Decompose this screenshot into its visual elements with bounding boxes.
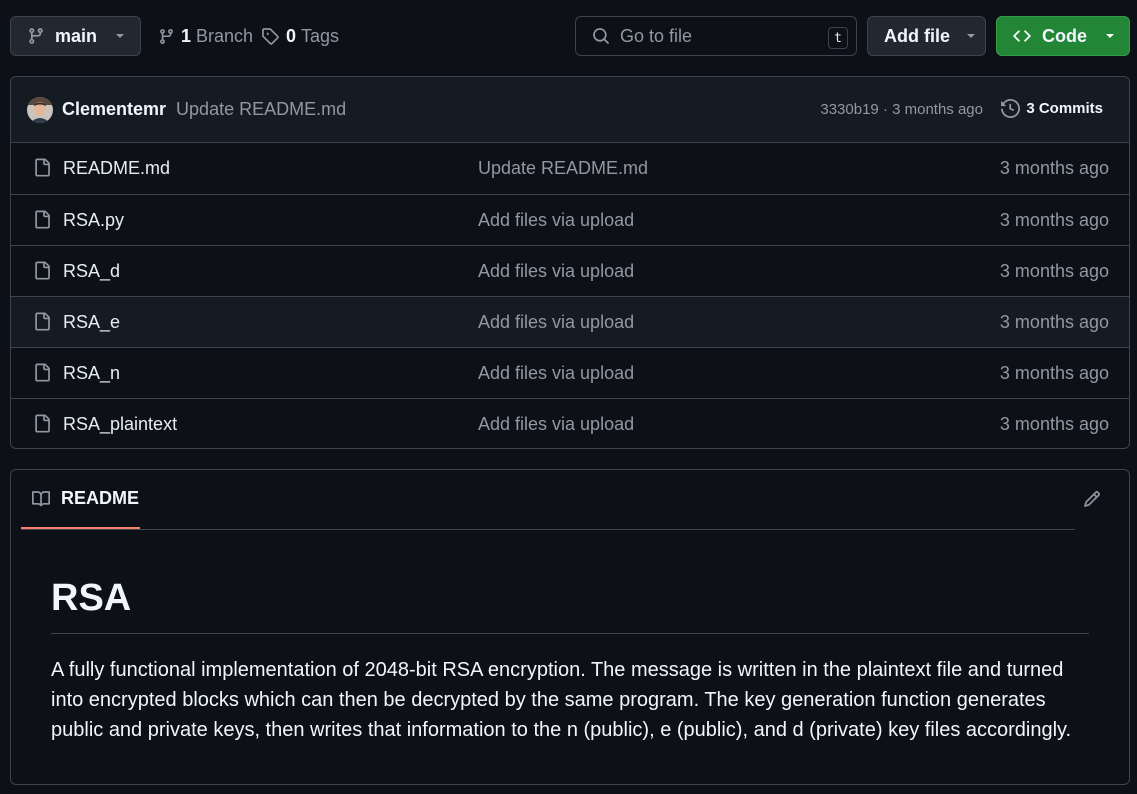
readme-panel: README RSA A fully functional implementa…	[10, 469, 1130, 785]
file-name[interactable]: RSA_d	[63, 261, 120, 282]
search-icon	[592, 27, 610, 45]
branch-count: 1	[181, 25, 192, 46]
file-commit-message[interactable]: Add files via upload	[478, 414, 634, 435]
code-icon	[1012, 27, 1032, 45]
chevron-down-icon	[966, 33, 976, 39]
tags-link[interactable]: 0 Tags	[261, 16, 339, 56]
latest-commit-bar: Clementemr Update README.md 3330b19 · 3 …	[11, 77, 1129, 143]
file-age: 3 months ago	[999, 158, 1109, 178]
go-to-file-input[interactable]: Go to file t	[575, 16, 857, 56]
git-branch-icon	[158, 28, 175, 45]
file-browser: Clementemr Update README.md 3330b19 · 3 …	[10, 76, 1130, 449]
git-branch-icon	[27, 27, 45, 45]
add-file-button[interactable]: Add file	[867, 16, 986, 56]
file-list: README.md Update README.md 3 months ago …	[11, 143, 1129, 448]
chevron-down-icon	[115, 33, 125, 39]
file-age: 3 months ago	[999, 414, 1109, 434]
book-icon	[31, 490, 51, 508]
file-age: 3 months ago	[999, 363, 1109, 383]
file-name[interactable]: RSA_plaintext	[63, 414, 177, 435]
add-file-label: Add file	[884, 25, 950, 46]
tag-label: Tags	[301, 25, 340, 46]
file-name[interactable]: README.md	[63, 158, 170, 179]
search-placeholder: Go to file	[620, 25, 693, 46]
commit-hash-time[interactable]: 3330b19 · 3 months ago	[820, 101, 983, 118]
branch-name: main	[55, 25, 98, 46]
commit-author[interactable]: Clementemr	[62, 99, 166, 120]
tag-icon	[261, 27, 279, 45]
file-row[interactable]: RSA_n Add files via upload 3 months ago	[11, 347, 1129, 398]
file-commit-message[interactable]: Add files via upload	[478, 363, 634, 384]
file-commit-message[interactable]: Update README.md	[478, 158, 648, 179]
branches-link[interactable]: 1 Branch	[158, 16, 253, 56]
file-row[interactable]: RSA.py Add files via upload 3 months ago	[11, 194, 1129, 245]
readme-body: A fully functional implementation of 204…	[51, 659, 1072, 741]
branch-label: Branch	[196, 25, 254, 46]
history-icon	[1001, 99, 1021, 118]
file-icon	[33, 362, 51, 383]
file-icon	[33, 157, 51, 178]
file-icon	[33, 311, 51, 332]
tag-count: 0	[286, 25, 297, 46]
file-age: 3 months ago	[999, 312, 1109, 332]
chevron-down-icon	[1105, 33, 1115, 39]
file-row[interactable]: README.md Update README.md 3 months ago	[11, 143, 1129, 194]
divider	[21, 529, 1075, 530]
file-name[interactable]: RSA.py	[63, 210, 124, 231]
file-commit-message[interactable]: Add files via upload	[478, 312, 634, 333]
file-row[interactable]: RSA_e Add files via upload 3 months ago	[11, 296, 1129, 347]
code-label: Code	[1042, 25, 1087, 46]
file-icon	[33, 413, 51, 434]
avatar[interactable]	[27, 96, 53, 123]
tab-readme[interactable]: README	[21, 470, 140, 530]
file-commit-message[interactable]: Add files via upload	[478, 261, 634, 282]
commits-label: 3 Commits	[1026, 100, 1103, 117]
file-age: 3 months ago	[999, 210, 1109, 230]
file-age: 3 months ago	[999, 261, 1109, 281]
file-icon	[33, 260, 51, 281]
file-icon	[33, 209, 51, 230]
readme-title: RSA	[51, 577, 132, 619]
readme-tab-label: README	[61, 488, 140, 508]
file-commit-message[interactable]: Add files via upload	[478, 210, 634, 231]
file-name[interactable]: RSA_n	[63, 363, 120, 384]
file-row[interactable]: RSA_d Add files via upload 3 months ago	[11, 245, 1129, 296]
divider	[51, 633, 1089, 634]
file-name[interactable]: RSA_e	[63, 312, 120, 333]
pencil-icon[interactable]	[1083, 490, 1101, 508]
commits-link[interactable]: 3 Commits	[1001, 99, 1103, 118]
repo-toolbar: main 1 Branch 0 Tags Go to file t Add fi…	[10, 16, 1130, 56]
code-button[interactable]: Code	[996, 16, 1130, 56]
file-row[interactable]: RSA_plaintext Add files via upload 3 mon…	[11, 398, 1129, 448]
commit-message[interactable]: Update README.md	[176, 99, 346, 120]
keyboard-shortcut-hint: t	[828, 27, 848, 49]
branch-selector-button[interactable]: main	[10, 16, 141, 56]
